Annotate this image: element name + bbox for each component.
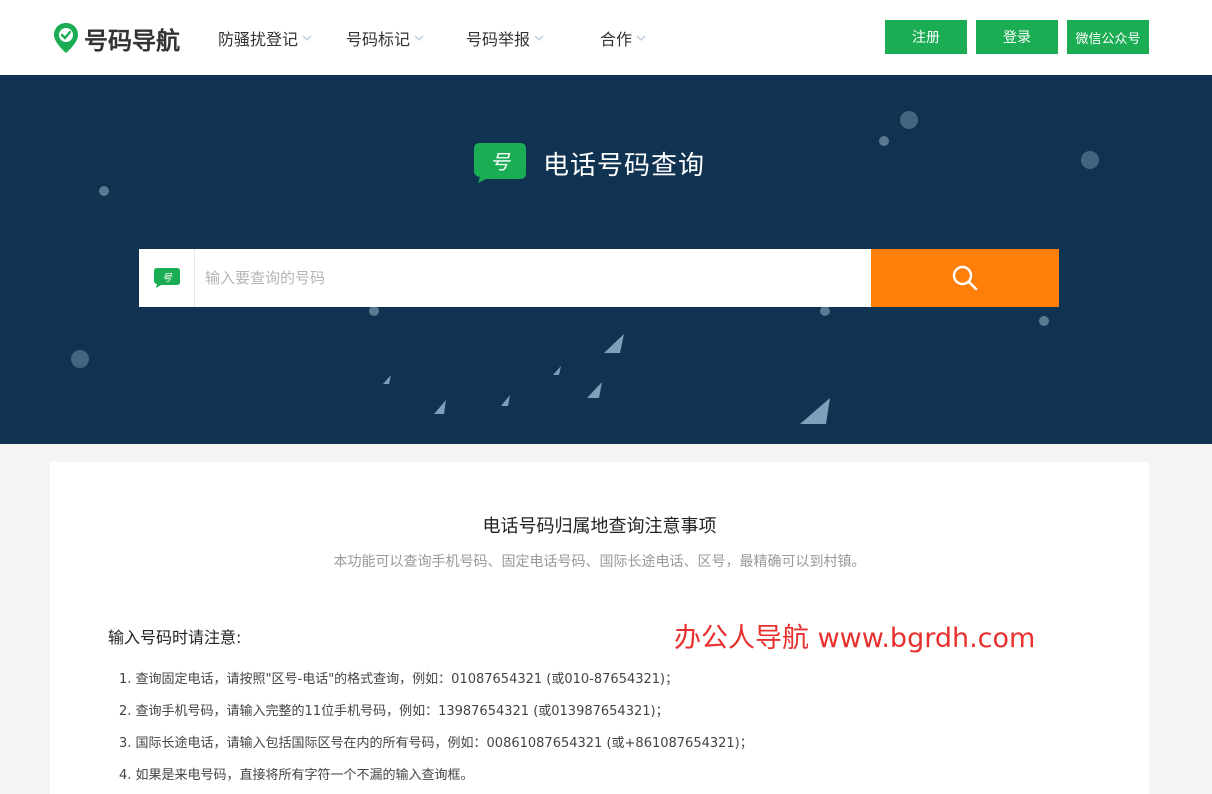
location-pin-check-icon bbox=[54, 23, 78, 53]
logo-text: 号码导航 bbox=[84, 26, 180, 55]
chevron-down-icon bbox=[414, 35, 424, 41]
speech-bubble-char: 号 bbox=[490, 150, 511, 174]
chevron-down-icon bbox=[636, 35, 646, 41]
top-header: 号码导航 防骚扰登记 号码标记 号码举报 合作 注册 登录 微信公众号 bbox=[0, 0, 1212, 75]
notes-card: 电话号码归属地查询注意事项 本功能可以查询手机号码、固定电话号码、国际长途电话、… bbox=[50, 462, 1149, 794]
speech-bubble-icon: 号 bbox=[474, 143, 526, 183]
nav-item-label: 防骚扰登记 bbox=[218, 29, 299, 49]
notes-subtitle: 本功能可以查询手机号码、固定电话号码、国际长途电话、区号，最精确可以到村镇。 bbox=[333, 554, 866, 570]
hero-title: 号 电话号码查询 bbox=[474, 143, 705, 183]
search-prefix: 号 bbox=[139, 249, 195, 307]
chevron-down-icon bbox=[302, 35, 312, 41]
nav-item-label: 号码举报 bbox=[466, 29, 531, 49]
chevron-down-icon bbox=[534, 35, 544, 41]
list-item: 1. 查询固定电话，请按照"区号-电话"的格式查询，例如：01087654321… bbox=[119, 672, 679, 687]
site-logo[interactable]: 号码导航 bbox=[52, 20, 180, 56]
notes-title: 电话号码归属地查询注意事项 bbox=[482, 516, 717, 537]
register-button[interactable]: 注册 bbox=[885, 20, 967, 54]
speech-bubble-icon: 号 bbox=[153, 268, 180, 288]
hero-banner: 号 电话号码查询 号 bbox=[0, 75, 1212, 444]
search-button[interactable] bbox=[871, 249, 1059, 307]
search-prefix-char: 号 bbox=[162, 273, 173, 284]
magnifier-icon bbox=[952, 265, 978, 291]
phone-number-search-input[interactable] bbox=[195, 249, 871, 307]
main-nav: 防骚扰登记 号码标记 号码举报 合作 bbox=[218, 0, 648, 75]
list-item: 2. 查询手机号码，请输入完整的11位手机号码，例如：13987654321 (… bbox=[119, 704, 669, 719]
page-title: 电话号码查询 bbox=[543, 150, 706, 181]
input-notes-heading: 输入号码时请注意: bbox=[108, 628, 242, 647]
list-item: 3. 国际长途电话，请输入包括国际区号在内的所有号码，例如：0086108765… bbox=[119, 736, 753, 751]
login-button[interactable]: 登录 bbox=[976, 20, 1058, 54]
nav-item-label: 合作 bbox=[600, 29, 633, 49]
search-bar: 号 bbox=[139, 249, 1059, 307]
list-item: 4. 如果是来电号码，直接将所有字符一个不漏的输入查询框。 bbox=[119, 768, 474, 783]
nav-item-anti-harassment[interactable]: 防骚扰登记 bbox=[218, 26, 314, 50]
nav-item-label: 号码标记 bbox=[346, 29, 411, 49]
nav-item-number-report[interactable]: 号码举报 bbox=[466, 26, 546, 50]
watermark-text: 办公人导航 www.bgrdh.com bbox=[674, 623, 1036, 654]
tips-list: 1. 查询固定电话，请按照"区号-电话"的格式查询，例如：01087654321… bbox=[119, 670, 753, 794]
nav-item-cooperation[interactable]: 合作 bbox=[600, 26, 648, 50]
nav-item-number-mark[interactable]: 号码标记 bbox=[346, 26, 426, 50]
wechat-account-button[interactable]: 微信公众号 bbox=[1067, 20, 1149, 54]
